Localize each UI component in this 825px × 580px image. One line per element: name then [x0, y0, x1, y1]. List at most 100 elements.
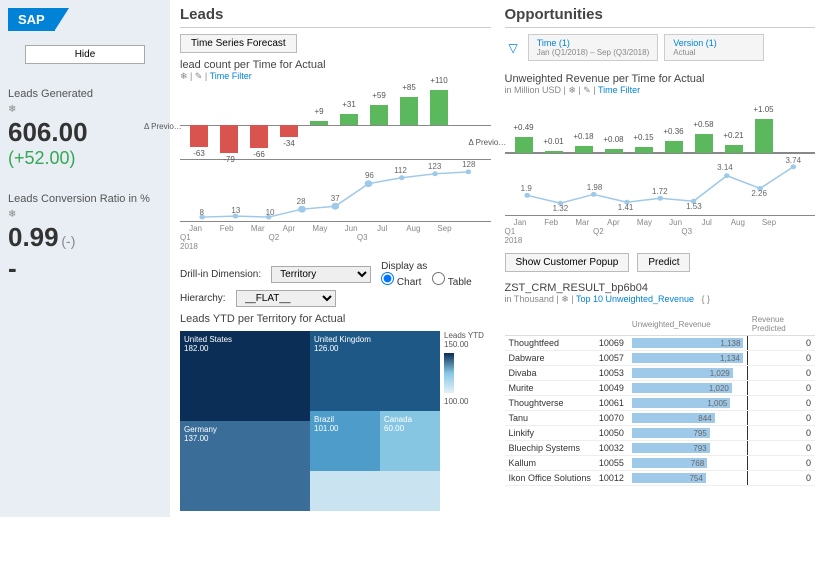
- point-label: 96: [365, 171, 374, 180]
- table-row[interactable]: Tanu100708440: [505, 411, 816, 426]
- table-row[interactable]: Thoughtverse100611,0050: [505, 396, 816, 411]
- point-label: 2.26: [751, 189, 767, 198]
- point-label: 10: [266, 208, 275, 217]
- metric-value: 606.00: [8, 117, 162, 148]
- snowflake-icon: ❄: [8, 209, 162, 220]
- time-series-forecast-button[interactable]: Time Series Forecast: [180, 34, 297, 53]
- opp-chart-sub: in Million USD | ❄ | ✎ | Time Filter: [505, 85, 816, 96]
- lead-delta-bar-chart[interactable]: Δ Previo… -63 -79 -66 -34 +9 +31 +59 +85…: [180, 90, 491, 160]
- bar-label: -66: [244, 150, 274, 159]
- bar-label: -34: [274, 139, 304, 148]
- leads-heading: Leads: [180, 6, 491, 28]
- leads-column: Leads Time Series Forecast lead count pe…: [180, 6, 491, 511]
- opp-line-chart[interactable]: 1.9 1.32 1.98 1.41 1.72 1.53 3.14 2.26 3…: [505, 156, 816, 216]
- treemap-title: Leads YTD per Territory for Actual: [180, 313, 491, 325]
- filter-version[interactable]: Version (1) Actual: [664, 34, 764, 61]
- revenue-table: Unweighted_Revenue Revenue Predicted Tho…: [505, 313, 816, 486]
- radio-chart[interactable]: Chart: [381, 277, 421, 288]
- col-rev: Unweighted_Revenue: [628, 313, 748, 336]
- point-label: 1.9: [521, 184, 532, 193]
- table-row[interactable]: Dabware100571,1340: [505, 351, 816, 366]
- filter-time[interactable]: Time (1) Jan (Q1/2018) – Sep (Q3/2018): [528, 34, 659, 61]
- opp-delta-bar-chart[interactable]: Δ Previo… +0.49 +0.01 +0.18 +0.08 +0.15 …: [505, 104, 816, 154]
- month-axis: JanFebMarAprMayJunJulAugSep: [505, 218, 785, 227]
- metric-leads-generated: Leads Generated ❄ 606.00 (+52.00): [8, 88, 162, 169]
- metric-value: 0.99: [8, 222, 59, 252]
- metric-title: Leads Generated: [8, 88, 162, 100]
- expand-icon[interactable]: { }: [702, 294, 711, 304]
- leads-ytd-treemap[interactable]: United States182.00 Germany137.00 United…: [180, 331, 440, 511]
- unit-label: in Thousand | ❄ |: [505, 294, 576, 304]
- treemap-cell-ca[interactable]: Canada60.00: [380, 411, 440, 471]
- table-row[interactable]: Thoughtfeed100691,1380: [505, 336, 816, 351]
- metric-delta: (+52.00): [8, 148, 162, 169]
- opp-chart-title: Unweighted Revenue per Time for Actual: [505, 73, 816, 85]
- rev-table-title: ZST_CRM_RESULT_bp6b04: [505, 282, 816, 294]
- point-label: 3.14: [717, 163, 733, 172]
- sap-logo: SAP: [8, 8, 55, 31]
- table-row[interactable]: Ikon Office Solutions100127540: [505, 471, 816, 486]
- sidebar: SAP Hide Leads Generated ❄ 606.00 (+52.0…: [0, 0, 170, 517]
- year-axis: 2018: [180, 242, 491, 251]
- point-label: 1.72: [652, 187, 668, 196]
- unit-label: in Million USD | ❄ | ✎ |: [505, 85, 598, 95]
- drill-controls: Drill-in Dimension: Territory Display as…: [180, 261, 491, 288]
- point-label: 1.98: [587, 183, 603, 192]
- point-label: 3.74: [785, 156, 801, 165]
- hide-button[interactable]: Hide: [25, 45, 145, 64]
- predict-button[interactable]: Predict: [637, 253, 690, 272]
- point-label: 28: [297, 197, 306, 206]
- filter-icon[interactable]: ▽: [505, 41, 522, 55]
- lead-count-line-chart[interactable]: 8 13 10 28 37 96 112 123 128: [180, 162, 491, 222]
- display-as-label: Display as: [381, 261, 480, 272]
- treemap-cell-us[interactable]: United States182.00: [180, 331, 310, 421]
- quarter-axis: Q1 Q2 Q3: [180, 233, 460, 242]
- point-label: 37: [331, 194, 340, 203]
- treemap-cell-de[interactable]: Germany137.00: [180, 421, 310, 511]
- table-row[interactable]: Bluechip Systems100327930: [505, 441, 816, 456]
- quarter-axis: Q1 Q2 Q3: [505, 227, 785, 236]
- point-label: 1.41: [618, 203, 634, 212]
- table-row[interactable]: Kallum100557680: [505, 456, 816, 471]
- table-row[interactable]: Divaba100531,0290: [505, 366, 816, 381]
- opp-filters: ▽ Time (1) Jan (Q1/2018) – Sep (Q3/2018)…: [505, 34, 816, 61]
- show-customer-popup-button[interactable]: Show Customer Popup: [505, 253, 630, 272]
- table-row[interactable]: Linkify100507950: [505, 426, 816, 441]
- delta-axis-label: Δ Previo…: [144, 122, 182, 131]
- lead-count-chart-title: lead count per Time for Actual: [180, 59, 491, 71]
- metric-sub: (-): [61, 233, 75, 249]
- radio-table[interactable]: Table: [432, 277, 472, 288]
- top10-link[interactable]: Top 10 Unweighted_Revenue: [576, 294, 694, 304]
- metric-conversion-ratio: Leads Conversion Ratio in % ❄ 0.99 (-) -: [8, 193, 162, 284]
- rev-table-sub: in Thousand | ❄ | Top 10 Unweighted_Reve…: [505, 294, 816, 305]
- point-label: 123: [428, 162, 441, 171]
- point-label: 8: [200, 208, 204, 217]
- opportunities-column: Opportunities ▽ Time (1) Jan (Q1/2018) –…: [505, 6, 816, 511]
- col-pred: Revenue Predicted: [748, 313, 815, 336]
- snowflake-icon: ❄: [8, 104, 162, 115]
- hierarchy-select[interactable]: __FLAT__: [236, 290, 336, 307]
- bar-label: -63: [184, 149, 214, 158]
- point-label: 1.53: [686, 202, 702, 211]
- point-label: 1.32: [553, 204, 569, 213]
- drill-dimension-select[interactable]: Territory: [271, 266, 371, 283]
- time-filter-link[interactable]: Time Filter: [210, 71, 252, 81]
- point-label: 13: [231, 206, 240, 215]
- point-label: 128: [462, 160, 475, 169]
- metric-dash: -: [8, 253, 162, 284]
- opportunities-heading: Opportunities: [505, 6, 816, 28]
- time-filter-link[interactable]: Time Filter: [598, 85, 640, 95]
- treemap-cell-br[interactable]: Brazil101.00: [310, 411, 380, 471]
- month-axis: JanFebMarAprMayJunJulAugSep: [180, 224, 460, 233]
- main: Leads Time Series Forecast lead count pe…: [170, 0, 825, 517]
- treemap-legend: Leads YTD 150.00 100.00: [444, 331, 502, 406]
- table-row[interactable]: Murite100491,0200: [505, 381, 816, 396]
- treemap-cell-other[interactable]: [310, 471, 440, 511]
- metric-title: Leads Conversion Ratio in %: [8, 193, 162, 205]
- treemap-cell-uk[interactable]: United Kingdom126.00: [310, 331, 440, 411]
- drill-label: Drill-in Dimension:: [180, 269, 261, 280]
- point-label: 112: [394, 166, 407, 175]
- year-axis: 2018: [505, 236, 816, 245]
- hierarchy-label: Hierarchy:: [180, 293, 226, 304]
- delta-axis-label: Δ Previo…: [469, 138, 507, 147]
